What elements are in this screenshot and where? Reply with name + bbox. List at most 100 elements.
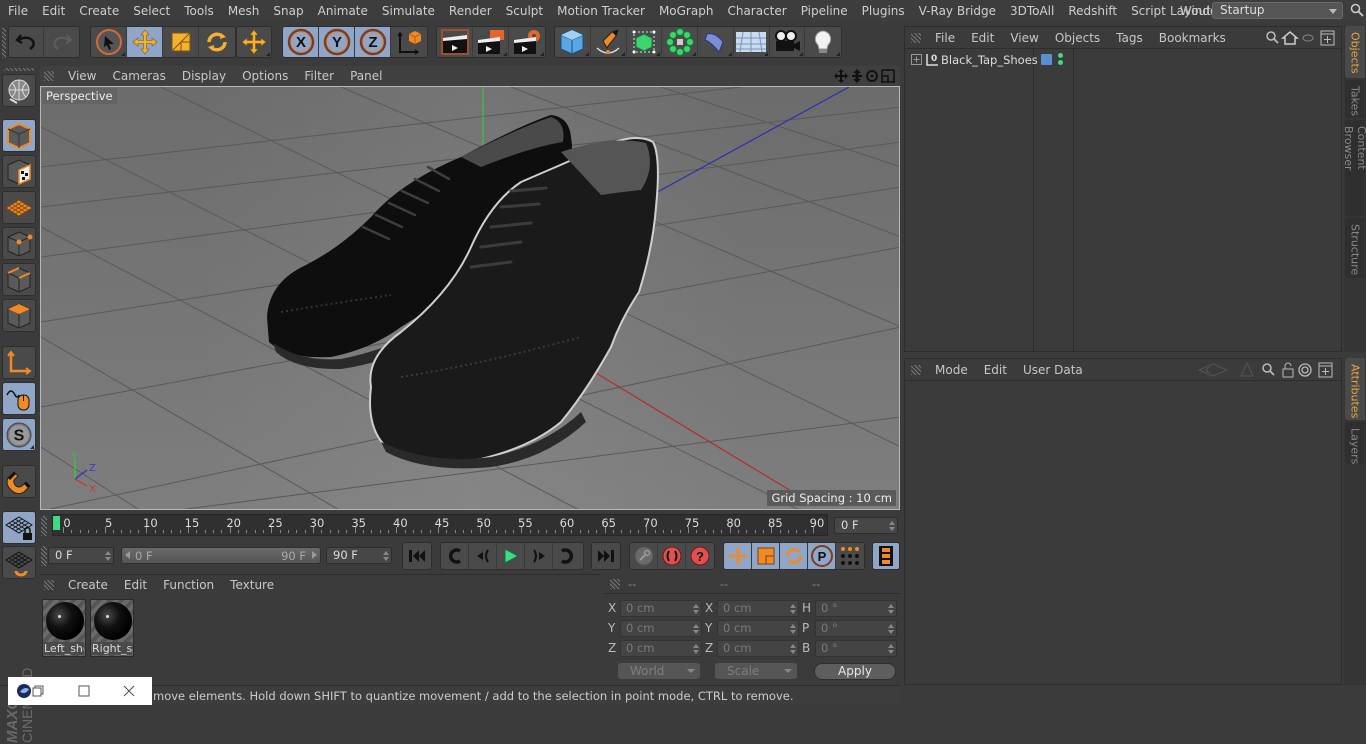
- viewport-menu-filter[interactable]: Filter: [296, 69, 342, 83]
- current-frame-marker[interactable]: [53, 516, 60, 530]
- toggle-icon[interactable]: [1302, 34, 1314, 42]
- material-menu-function[interactable]: Function: [155, 578, 222, 592]
- new-panel-icon[interactable]: [1320, 30, 1335, 46]
- next-frame-button[interactable]: [525, 543, 553, 569]
- key-parameter-button[interactable]: P: [808, 543, 836, 569]
- menu-edit[interactable]: Edit: [35, 4, 72, 18]
- add-floor-button[interactable]: [734, 27, 770, 57]
- object-name[interactable]: Black_Tap_Shoes: [941, 53, 1038, 67]
- spinner-icon[interactable]: [693, 624, 699, 634]
- live-selection-button[interactable]: [91, 27, 127, 57]
- objects-menu-objects[interactable]: Objects: [1047, 31, 1108, 45]
- pos-y-field[interactable]: 0 cm: [620, 620, 702, 637]
- move-tool-button[interactable]: [127, 27, 163, 57]
- x-axis-button[interactable]: X: [283, 27, 319, 57]
- object-manager-grip[interactable]: [911, 32, 921, 43]
- rot-p-field[interactable]: 0 °: [815, 620, 897, 637]
- coordinate-system-button[interactable]: [391, 27, 427, 57]
- menu-snap[interactable]: Snap: [266, 4, 310, 18]
- edges-mode-button[interactable]: [2, 263, 36, 296]
- viewport-menu-view[interactable]: View: [60, 69, 104, 83]
- frame-range-slider[interactable]: 0 F 90 F: [121, 547, 321, 564]
- start-frame-field[interactable]: 0 F: [48, 547, 114, 564]
- next-key-button[interactable]: [553, 543, 581, 569]
- menu-pipeline[interactable]: Pipeline: [794, 4, 855, 18]
- objects-menu-bookmarks[interactable]: Bookmarks: [1151, 31, 1234, 45]
- spinner-icon[interactable]: [790, 604, 796, 614]
- new-panel-icon[interactable]: [1318, 362, 1333, 378]
- spinner-icon[interactable]: [790, 624, 796, 634]
- close-icon[interactable]: [123, 685, 135, 697]
- spinner-icon[interactable]: [888, 624, 894, 634]
- objects-menu-view[interactable]: View: [1002, 31, 1046, 45]
- menu-animate[interactable]: Animate: [311, 4, 375, 18]
- objects-menu-edit[interactable]: Edit: [963, 31, 1002, 45]
- undo-button[interactable]: [9, 27, 45, 57]
- viewport-menu-cameras[interactable]: Cameras: [104, 69, 173, 83]
- size-z-field[interactable]: 0 cm: [717, 640, 799, 657]
- polygons-mode-button[interactable]: [2, 299, 36, 332]
- menu-render[interactable]: Render: [442, 4, 499, 18]
- key-rotation-button[interactable]: [780, 543, 808, 569]
- attributes-menu-mode[interactable]: Mode: [927, 363, 976, 377]
- restore-icon[interactable]: [32, 685, 44, 697]
- objects-menu-file[interactable]: File: [927, 31, 963, 45]
- menu-plugins[interactable]: Plugins: [855, 4, 912, 18]
- y-axis-button[interactable]: Y: [319, 27, 355, 57]
- model-mode-button[interactable]: [2, 119, 36, 152]
- viewport-menu-panel[interactable]: Panel: [342, 69, 390, 83]
- add-cube-button[interactable]: [555, 27, 591, 57]
- key-pla-button[interactable]: [836, 543, 864, 569]
- lock-workplane-button[interactable]: [2, 511, 36, 544]
- tab-objects[interactable]: Objects: [1345, 26, 1365, 78]
- render-visibility-dot[interactable]: [1058, 60, 1063, 65]
- menu-sculpt[interactable]: Sculpt: [499, 4, 550, 18]
- key-scale-button[interactable]: [752, 543, 780, 569]
- material-grip[interactable]: [44, 580, 54, 590]
- material-menu-texture[interactable]: Texture: [222, 578, 282, 592]
- go-to-start-button[interactable]: [403, 543, 431, 569]
- zoom-icon[interactable]: [852, 69, 862, 83]
- menu-tools[interactable]: Tools: [177, 4, 221, 18]
- material-menu-edit[interactable]: Edit: [116, 578, 155, 592]
- toolbar-grip[interactable]: [2, 28, 6, 58]
- range-left-arrow-icon[interactable]: [125, 551, 130, 559]
- menu-mograph[interactable]: MoGraph: [652, 4, 721, 18]
- size-mode-select[interactable]: Scale: [715, 663, 797, 679]
- viewport-menu-options[interactable]: Options: [234, 69, 296, 83]
- redo-button[interactable]: [44, 27, 79, 57]
- add-spline-pen-button[interactable]: [591, 27, 627, 57]
- timeline-window-button[interactable]: [873, 543, 899, 569]
- add-light-button[interactable]: [805, 27, 841, 57]
- coordinate-space-select[interactable]: World: [618, 663, 700, 679]
- autokey-button[interactable]: ?: [686, 543, 714, 569]
- scale-tool-button[interactable]: [163, 27, 199, 57]
- play-button[interactable]: [497, 543, 525, 569]
- home-icon[interactable]: [1280, 31, 1300, 45]
- orbit-icon[interactable]: [866, 70, 878, 82]
- tab-takes[interactable]: Takes: [1345, 80, 1365, 118]
- menu-create[interactable]: Create: [72, 4, 126, 18]
- planar-workplane-button[interactable]: [2, 546, 36, 579]
- render-picture-viewer-button[interactable]: [473, 27, 509, 57]
- menu-motion-tracker[interactable]: Motion Tracker: [550, 4, 652, 18]
- end-frame-field[interactable]: 90 F: [326, 547, 392, 564]
- spinner-icon[interactable]: [888, 644, 894, 654]
- previous-key-button[interactable]: [441, 543, 469, 569]
- tab-structure[interactable]: Structure: [1345, 218, 1365, 278]
- apply-button[interactable]: Apply: [814, 663, 896, 680]
- previous-frame-button[interactable]: [469, 543, 497, 569]
- maximize-window-icon[interactable]: [78, 685, 90, 697]
- maximize-icon[interactable]: [881, 69, 895, 83]
- menu-select[interactable]: Select: [126, 4, 177, 18]
- viewport-menu-display[interactable]: Display: [174, 69, 234, 83]
- pos-x-field[interactable]: 0 cm: [620, 600, 702, 617]
- material-left-shoe[interactable]: Left_sho: [42, 599, 86, 657]
- layout-select[interactable]: Startup: [1212, 2, 1343, 19]
- snap-button[interactable]: [2, 465, 36, 498]
- add-camera-button[interactable]: [770, 27, 806, 57]
- spinner-icon[interactable]: [889, 521, 895, 531]
- z-axis-button[interactable]: Z: [355, 27, 391, 57]
- object-row-black-tap-shoes[interactable]: 0 Black_Tap_Shoes: [909, 51, 1341, 69]
- playbar-grip[interactable]: [41, 546, 47, 566]
